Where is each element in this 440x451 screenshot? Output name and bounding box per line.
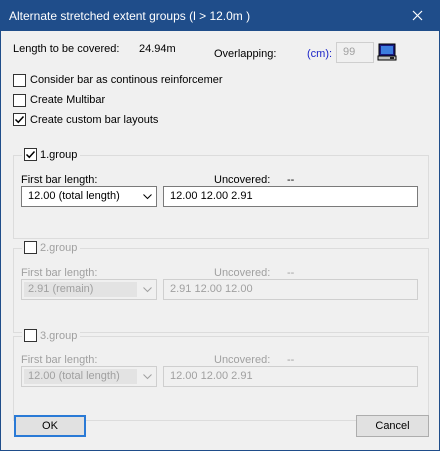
group-3-label: 3.group <box>40 329 78 342</box>
group-1-uncovered-label: Uncovered: <box>214 174 271 186</box>
group-2-first-bar-label: First bar length: <box>21 267 98 279</box>
consider-bar-label: Consider bar as continous reinforcemer <box>30 74 223 86</box>
chevron-down-icon <box>138 367 156 386</box>
group-2-layout-input[interactable]: 2.91 12.00 12.00 <box>163 279 418 300</box>
group-2-first-bar-select[interactable]: 2.91 (remain) <box>21 279 157 300</box>
computer-icon <box>377 43 397 61</box>
group-1: 1.group First bar length: Uncovered: -- … <box>13 148 429 239</box>
create-multibar-label: Create Multibar <box>30 94 106 106</box>
group-3-first-bar-label: First bar length: <box>21 354 98 366</box>
chevron-down-icon <box>138 187 156 206</box>
checkmark-icon <box>25 150 36 159</box>
group-1-first-bar-value: 12.00 (total length) <box>28 190 120 202</box>
overlapping-input[interactable]: 99 <box>336 42 374 63</box>
group-1-layout-input[interactable]: 12.00 12.00 2.91 <box>163 186 418 207</box>
ok-button-label: OK <box>42 420 58 432</box>
window-title: Alternate stretched extent groups (l > 1… <box>9 9 251 23</box>
calculator-button[interactable] <box>376 42 398 62</box>
group-1-layout-value: 12.00 12.00 2.91 <box>170 190 253 202</box>
overlapping-value: 99 <box>343 46 356 58</box>
group-2-first-bar-value: 2.91 (remain) <box>28 283 94 295</box>
group-3-first-bar-value: 12.00 (total length) <box>28 370 120 382</box>
checkmark-icon <box>14 115 25 124</box>
group-1-checkbox[interactable] <box>24 148 37 161</box>
custom-layouts-label: Create custom bar layouts <box>30 114 159 126</box>
chevron-down-icon <box>138 280 156 299</box>
group-1-first-bar-label: First bar length: <box>21 174 98 186</box>
ok-button[interactable]: OK <box>14 415 86 437</box>
overlapping-unit: (cm): <box>307 48 333 60</box>
close-button[interactable] <box>394 0 440 31</box>
group-2-checkbox[interactable] <box>24 241 37 254</box>
cancel-button[interactable]: Cancel <box>356 415 429 437</box>
consider-bar-checkbox[interactable] <box>13 74 26 87</box>
group-2-label: 2.group <box>40 241 78 254</box>
length-value: 24.94m <box>139 43 176 55</box>
group-3-first-bar-select[interactable]: 12.00 (total length) <box>21 366 157 387</box>
group-2-header: 2.group <box>22 241 81 257</box>
group-3-uncovered-value: -- <box>287 354 295 366</box>
group-3-uncovered-label: Uncovered: <box>214 354 271 366</box>
group-2-layout-value: 2.91 12.00 12.00 <box>170 283 253 295</box>
group-1-label: 1.group <box>40 148 78 161</box>
group-2-uncovered-label: Uncovered: <box>214 267 271 279</box>
title-bar: Alternate stretched extent groups (l > 1… <box>0 0 440 31</box>
overlapping-label: Overlapping: <box>214 48 277 60</box>
group-1-header: 1.group <box>22 148 81 164</box>
cancel-button-label: Cancel <box>375 420 410 432</box>
group-1-first-bar-select[interactable]: 12.00 (total length) <box>21 186 157 207</box>
create-multibar-checkbox[interactable] <box>13 94 26 107</box>
dialog-body: Length to be covered: 24.94m Overlapping… <box>0 31 440 451</box>
group-3-header: 3.group <box>22 329 81 345</box>
group-3-layout-input[interactable]: 12.00 12.00 2.91 <box>163 366 418 387</box>
close-icon <box>412 10 422 21</box>
group-1-uncovered-value: -- <box>287 174 295 186</box>
group-2-uncovered-value: -- <box>287 267 295 279</box>
group-2: 2.group First bar length: Uncovered: -- … <box>13 241 429 333</box>
group-3-layout-value: 12.00 12.00 2.91 <box>170 370 253 382</box>
length-label: Length to be covered: <box>13 43 120 55</box>
custom-layouts-checkbox[interactable] <box>13 113 26 126</box>
group-3: 3.group First bar length: Uncovered: -- … <box>13 329 429 421</box>
group-3-checkbox[interactable] <box>24 329 37 342</box>
